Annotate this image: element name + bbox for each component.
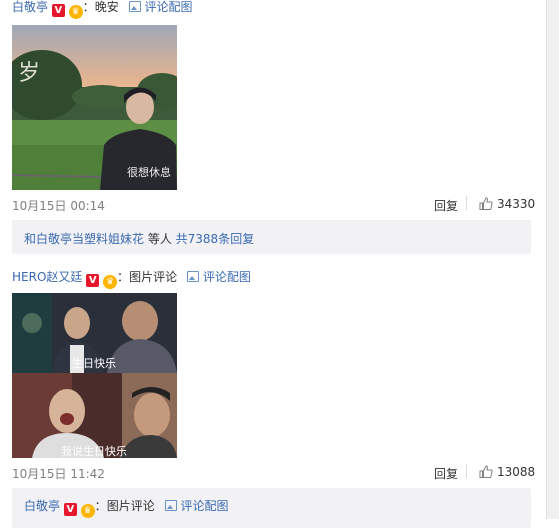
comment-text: 晚安 <box>94 0 119 14</box>
reply-summary-user[interactable]: 和白敬亭当塑料姐妹花 <box>24 232 144 246</box>
reply-summary-text: 等人 <box>144 232 176 246</box>
comment-text: 图片评论 <box>129 270 178 284</box>
comment-image[interactable]: 生日快乐 我说生日快乐 <box>12 293 177 458</box>
comment-header: HERO赵又廷 V ♛ ：图片评论 评论配图 <box>12 268 251 289</box>
comment-image-photo: 生日快乐 我说生日快乐 <box>12 293 177 458</box>
like-count: 13088 <box>497 465 536 479</box>
member-crown-icon: ♛ <box>103 275 118 289</box>
image-caption-bottom: 我说生日快乐 <box>61 444 127 458</box>
image-icon <box>164 500 177 511</box>
image-icon <box>186 271 199 282</box>
comment-separator: ： <box>117 270 130 284</box>
comment-image-link[interactable]: 评论配图 <box>128 0 193 14</box>
verified-badge-icon: V <box>86 274 100 287</box>
comment-time: 10月15日 00:14 <box>12 199 105 213</box>
view-all-replies-link[interactable]: 共7388条回复 <box>176 232 255 246</box>
reply-box: 白敬亭 V ♛ ：图片评论 评论配图 <box>12 488 531 528</box>
comment-image-photo: 很想休息 岁 <box>12 25 177 190</box>
reply-image-link-label: 评论配图 <box>180 499 229 513</box>
comment-image[interactable]: 很想休息 岁 <box>12 25 177 190</box>
like-button[interactable]: 34330 <box>479 197 535 211</box>
reply-text: 图片评论 <box>106 499 155 513</box>
comment-time: 10月15日 11:42 <box>12 467 105 481</box>
svg-text:岁: 岁 <box>18 61 40 86</box>
verified-badge-icon: V <box>63 503 77 516</box>
vertical-scrollbar[interactable] <box>546 0 559 519</box>
reply-item: 白敬亭 V ♛ ：图片评论 评论配图 <box>24 497 229 518</box>
divider <box>466 464 467 478</box>
image-overlay-text: 很想休息 <box>127 165 171 179</box>
thumbs-up-icon <box>479 465 493 478</box>
reply-summary-box: 和白敬亭当塑料姐妹花 等人 共7388条回复 <box>12 220 531 254</box>
comment-image-link[interactable]: 评论配图 <box>186 270 251 284</box>
divider <box>466 196 467 210</box>
comment-image-link-label: 评论配图 <box>202 270 251 284</box>
thumbs-up-icon <box>479 197 493 210</box>
like-button[interactable]: 13088 <box>479 465 535 479</box>
reply-image-link[interactable]: 评论配图 <box>164 499 229 513</box>
image-icon <box>128 1 141 12</box>
member-crown-icon: ♛ <box>80 504 95 518</box>
member-crown-icon: ♛ <box>68 5 83 19</box>
verified-badge-icon: V <box>51 4 65 17</box>
comment-image-link-label: 评论配图 <box>144 0 193 14</box>
author-link[interactable]: 白敬亭 <box>12 0 48 14</box>
author-link[interactable]: HERO赵又廷 <box>12 270 82 284</box>
reply-author-link[interactable]: 白敬亭 <box>24 499 60 513</box>
comment-separator: ： <box>82 0 95 14</box>
reply-button[interactable]: 回复 <box>434 465 458 482</box>
reply-button[interactable]: 回复 <box>434 197 458 214</box>
comment-header: 白敬亭 V ♛ ：晚安 评论配图 <box>12 0 193 19</box>
reply-separator: ： <box>94 499 107 513</box>
image-caption-top: 生日快乐 <box>72 356 116 370</box>
like-count: 34330 <box>497 197 536 211</box>
